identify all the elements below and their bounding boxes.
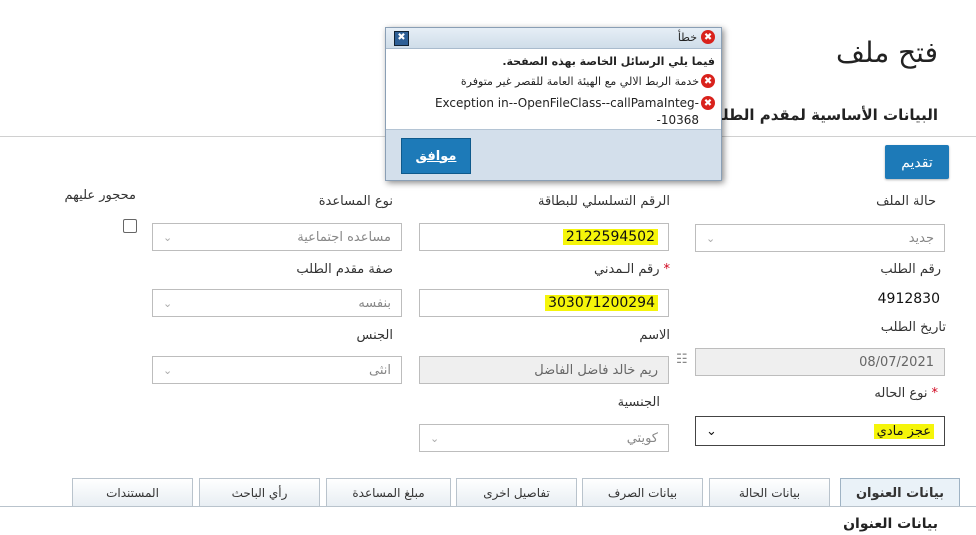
- request-number-label: رقم الطلب: [880, 262, 941, 277]
- file-status-label: حالة الملف: [876, 194, 936, 209]
- gender-label: الجنس: [356, 328, 393, 343]
- dialog-header-text: فيما يلي الرسائل الخاصة بهذه الصفحة.: [502, 55, 715, 68]
- dialog-message: Exception in--OpenFileClass--callPamaInt…: [435, 96, 715, 110]
- request-date-field: 08/07/2021: [695, 348, 945, 376]
- name-value: ريم خالد فاضل الفاضل: [534, 362, 658, 378]
- tab-address[interactable]: بيانات العنوان: [840, 478, 960, 507]
- chevron-down-icon: ⌄: [430, 431, 440, 445]
- civil-id-input[interactable]: 303071200294: [419, 289, 669, 317]
- request-date-label: تاريخ الطلب: [880, 320, 946, 335]
- dialog-header: ✖ ✖ خطأ: [386, 28, 721, 49]
- assistance-type-value: مساعده اجتماعية: [297, 229, 391, 245]
- error-icon: ✖: [701, 74, 715, 88]
- civil-id-value: 303071200294: [545, 295, 658, 311]
- dialog-message: ✖ خدمة الربط الالي مع الهيئة العامة للقص…: [461, 74, 715, 88]
- dialog-body: فيما يلي الرسائل الخاصة بهذه الصفحة. ✖ خ…: [386, 49, 721, 129]
- assistance-type-label: نوع المساعدة: [318, 194, 393, 209]
- under-guardianship-label: محجور عليهم: [64, 188, 137, 203]
- chevron-down-icon: ⌄: [163, 230, 173, 244]
- chevron-down-icon: ⌄: [163, 296, 173, 310]
- error-icon: ✖: [701, 30, 715, 44]
- tab-disbursement[interactable]: بيانات الصرف: [582, 478, 703, 506]
- tab-documents[interactable]: المستندات: [72, 478, 193, 506]
- required-marker: *: [663, 262, 671, 277]
- chevron-down-icon: ⌄: [163, 363, 173, 377]
- tab-researcher-opinion[interactable]: رأي الباحث: [199, 478, 320, 506]
- submit-button[interactable]: تقديم: [885, 145, 949, 179]
- case-type-select[interactable]: عجز مادي ⌄: [695, 416, 945, 446]
- file-status-select[interactable]: جديد ⌄: [695, 224, 945, 252]
- applicant-capacity-select[interactable]: بنفسه ⌄: [152, 289, 402, 317]
- request-number-value: 4912830: [877, 291, 940, 307]
- page-title: فتح ملف: [835, 36, 938, 69]
- tabs-divider: [0, 506, 976, 507]
- gender-value: انثى: [369, 362, 391, 378]
- tab-case[interactable]: بيانات الحالة: [709, 478, 830, 506]
- error-dialog: ✖ ✖ خطأ فيما يلي الرسائل الخاصة بهذه الص…: [385, 27, 722, 181]
- case-type-value: عجز مادي: [873, 423, 934, 439]
- chevron-down-icon: ⌄: [706, 423, 717, 439]
- name-field: ريم خالد فاضل الفاضل: [419, 356, 669, 384]
- dialog-title: ✖ خطأ: [678, 30, 715, 44]
- chevron-down-icon: ⌄: [706, 231, 716, 245]
- ok-button[interactable]: موافق: [401, 138, 471, 174]
- card-serial-label: الرقم التسلسلي للبطاقة: [537, 194, 670, 209]
- case-type-label: *نوع الحاله: [874, 386, 938, 401]
- calendar-icon[interactable]: ☷: [676, 352, 692, 368]
- dialog-footer: موافق: [386, 129, 721, 180]
- tab-assistance-amount[interactable]: مبلغ المساعدة: [326, 478, 451, 506]
- request-date-value: 08/07/2021: [859, 354, 934, 370]
- card-serial-input[interactable]: 2122594502: [419, 223, 669, 251]
- dialog-message: -10368: [656, 113, 699, 127]
- civil-id-label: *رقم الـمدني: [594, 262, 670, 277]
- applicant-capacity-value: بنفسه: [358, 295, 391, 311]
- file-status-value: جديد: [908, 230, 934, 246]
- gender-select[interactable]: انثى ⌄: [152, 356, 402, 384]
- tab-section-title: بيانات العنوان: [843, 516, 938, 532]
- applicant-capacity-label: صفة مقدم الطلب: [296, 262, 393, 277]
- nationality-label: الجنسية: [617, 395, 660, 410]
- nationality-select[interactable]: كويتي ⌄: [419, 424, 669, 452]
- required-marker: *: [931, 386, 939, 401]
- nationality-value: كويتي: [626, 430, 658, 446]
- assistance-type-select[interactable]: مساعده اجتماعية ⌄: [152, 223, 402, 251]
- section-title: البيانات الأساسية لمقدم الطلب: [707, 106, 938, 124]
- under-guardianship-checkbox[interactable]: [123, 219, 137, 233]
- card-serial-value: 2122594502: [562, 229, 658, 245]
- error-icon: ✖: [701, 96, 715, 110]
- name-label: الاسم: [639, 328, 670, 343]
- close-icon[interactable]: ✖: [394, 31, 409, 46]
- tab-other-details[interactable]: تفاصيل اخرى: [456, 478, 577, 506]
